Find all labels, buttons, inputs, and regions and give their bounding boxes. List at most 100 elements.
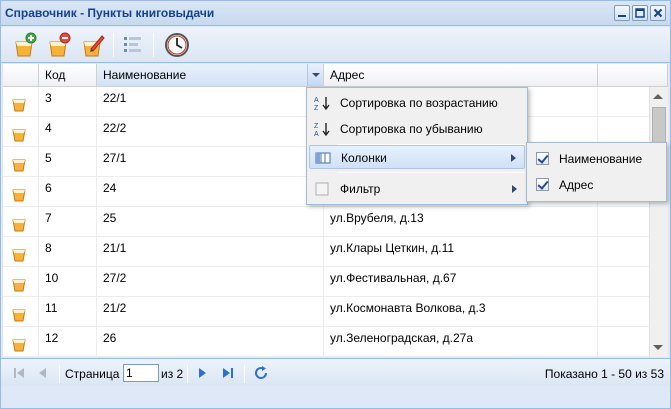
cell-code: 12 xyxy=(39,327,97,357)
checkbox-checked-icon[interactable] xyxy=(536,152,549,165)
menu-item-filter[interactable]: Фильтр xyxy=(309,177,525,201)
cup-icon xyxy=(12,129,26,142)
table-row[interactable]: 10 27/2 ул.Фестивальная, д.67 xyxy=(3,267,649,297)
row-icon-cell xyxy=(3,207,39,237)
cell-address: ул.Клары Цеткин, д.11 xyxy=(324,237,598,267)
scroll-thumb[interactable] xyxy=(652,107,666,147)
menu-item-sort-ascending[interactable]: A Z Сортировка по возрастанию xyxy=(309,91,525,115)
cell-name: 25 xyxy=(97,207,324,237)
svg-text:Z: Z xyxy=(314,123,319,130)
table-row[interactable]: 11 21/2 ул.Космонавта Волкова, д.3 xyxy=(3,297,649,327)
cell-address: ул.Фестивальная, д.67 xyxy=(324,267,598,297)
submenu-arrow-icon xyxy=(512,185,517,193)
last-page-icon[interactable] xyxy=(220,365,236,381)
cell-name: 26 xyxy=(97,327,324,357)
toolbar-separator xyxy=(113,33,114,57)
menu-item-label: Сортировка по убыванию xyxy=(340,122,483,136)
checkbox-checked-icon[interactable] xyxy=(536,178,549,191)
cup-icon xyxy=(12,339,26,352)
page-count-label: из 2 xyxy=(161,367,184,381)
clock-icon[interactable] xyxy=(163,31,191,59)
window-controls xyxy=(614,5,666,21)
list-icon[interactable] xyxy=(119,31,147,59)
menu-item-label: Сортировка по возрастанию xyxy=(340,96,498,110)
cell-address: ул.Космонавта Волкова, д.3 xyxy=(324,297,598,327)
menu-item-label: Колонки xyxy=(341,151,387,165)
table-row[interactable]: 7 25 ул.Врубеля, д.13 xyxy=(3,207,649,237)
row-icon-cell xyxy=(3,117,39,147)
page-number-input[interactable] xyxy=(123,364,159,382)
reference-window: Справочник - Пункты книговыдачи Код Наим… xyxy=(0,0,671,409)
delete-icon[interactable] xyxy=(45,31,73,59)
submenu-arrow-icon xyxy=(511,154,516,162)
column-header-code[interactable]: Код xyxy=(39,64,97,86)
cell-code: 3 xyxy=(39,87,97,117)
vertical-scrollbar[interactable] xyxy=(649,87,668,357)
column-header-name-label: Наименование xyxy=(103,68,187,82)
cell-code: 10 xyxy=(39,267,97,297)
column-menu: A Z Сортировка по возрастанию Z A Сортир… xyxy=(306,87,528,205)
refresh-icon[interactable] xyxy=(253,365,269,381)
menu-separator xyxy=(337,172,525,173)
columns-icon xyxy=(315,152,331,164)
column-header-address[interactable]: Адрес xyxy=(324,64,598,86)
sort-descending-icon: Z A xyxy=(314,123,330,137)
row-icon-cell xyxy=(3,297,39,327)
cell-name: 22/1 xyxy=(97,87,324,117)
page-label: Страница xyxy=(65,367,120,381)
cup-icon xyxy=(12,249,26,262)
svg-text:A: A xyxy=(314,131,319,137)
icon-column-header xyxy=(3,64,39,86)
row-icon-cell xyxy=(3,327,39,357)
cell-address: ул.Врубеля, д.13 xyxy=(324,207,598,237)
toolbar-separator xyxy=(153,33,154,57)
paging-display-info: Показано 1 - 50 из 53 xyxy=(544,367,664,381)
cup-icon xyxy=(12,159,26,172)
add-icon[interactable] xyxy=(11,31,39,59)
submenu-item-address-column[interactable]: Адрес xyxy=(529,172,664,198)
pager-separator xyxy=(244,365,245,383)
table-row[interactable]: 12 26 ул.Зеленоградская, д.27а xyxy=(3,327,649,357)
submenu-item-name-column[interactable]: Наименование xyxy=(529,146,664,172)
pager-separator xyxy=(187,365,188,383)
cell-code: 5 xyxy=(39,147,97,177)
column-header-name[interactable]: Наименование xyxy=(97,64,324,86)
cell-name: 27/2 xyxy=(97,267,324,297)
column-menu-trigger[interactable] xyxy=(307,64,323,86)
window-title: Справочник - Пункты книговыдачи xyxy=(5,6,215,20)
cup-icon xyxy=(12,309,26,322)
cup-icon xyxy=(12,99,26,112)
cell-name: 22/2 xyxy=(97,117,324,147)
maximize-icon[interactable] xyxy=(632,5,648,21)
minimize-icon[interactable] xyxy=(614,5,630,21)
cup-icon xyxy=(12,279,26,292)
cup-icon xyxy=(12,219,26,232)
cup-icon xyxy=(12,189,26,202)
menu-item-columns[interactable]: Колонки xyxy=(309,145,525,169)
scroll-up-arrow-icon[interactable] xyxy=(653,94,663,99)
previous-page-icon[interactable] xyxy=(35,365,51,381)
cell-code: 8 xyxy=(39,237,97,267)
row-icon-cell xyxy=(3,177,39,207)
paging-toolbar: Страница из 2 Показано 1 - 50 из 53 xyxy=(1,358,670,386)
svg-text:Z: Z xyxy=(314,105,319,111)
cell-name: 27/1 xyxy=(97,147,324,177)
first-page-icon[interactable] xyxy=(11,365,27,381)
edit-icon[interactable] xyxy=(79,31,107,59)
cell-name: 24 xyxy=(97,177,324,207)
toolbar xyxy=(1,27,670,63)
row-icon-cell xyxy=(3,237,39,267)
cell-address: ул.Зеленоградская, д.27а xyxy=(324,327,598,357)
scroll-down-arrow-icon[interactable] xyxy=(653,345,663,350)
window-titlebar[interactable]: Справочник - Пункты книговыдачи xyxy=(1,1,670,26)
submenu-item-label: Адрес xyxy=(559,178,594,192)
close-icon[interactable] xyxy=(650,5,666,21)
submenu-item-label: Наименование xyxy=(559,152,643,166)
cell-code: 6 xyxy=(39,177,97,207)
menu-item-sort-descending[interactable]: Z A Сортировка по убыванию xyxy=(309,117,525,141)
next-page-icon[interactable] xyxy=(194,365,210,381)
table-row[interactable]: 8 21/1 ул.Клары Цеткин, д.11 xyxy=(3,237,649,267)
menu-item-label: Фильтр xyxy=(340,182,381,196)
cell-code: 4 xyxy=(39,117,97,147)
cell-name: 21/1 xyxy=(97,237,324,267)
